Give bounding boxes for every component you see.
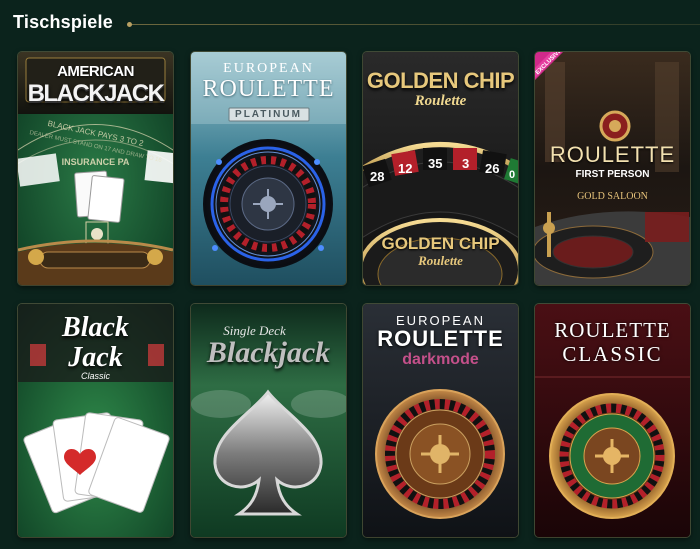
- tile-title-line2: Jack: [68, 342, 123, 373]
- game-tile-roulette-classic[interactable]: ROULETTE CLASSIC: [535, 304, 690, 537]
- game-tile-blackjack-classic[interactable]: Black Jack Classic: [18, 304, 173, 537]
- wheel-number: 35: [428, 156, 443, 171]
- game-tile-single-deck-blackjack[interactable]: Single Deck Blackjack: [191, 304, 346, 537]
- game-tile-european-roulette-darkmode[interactable]: EUROPEAN ROULETTE darkmode: [363, 304, 518, 537]
- tile-title-line1: ROULETTE: [554, 318, 671, 342]
- tile-title-line2: FIRST PERSON: [575, 169, 650, 180]
- wheel-number: 3: [462, 156, 470, 171]
- tile-title-line2: BLACKJACK: [27, 80, 165, 107]
- game-tile-american-blackjack[interactable]: AMERICAN BLACKJACK BLACK JACK PAYS 3 TO …: [18, 52, 173, 285]
- tile-title-line1: GOLDEN CHIP: [366, 68, 515, 93]
- card-shape: [87, 175, 125, 223]
- tile-title-line3: Classic: [80, 371, 110, 381]
- tile-title-line2: ROULETTE: [377, 326, 504, 351]
- wheel-number: 26: [485, 161, 500, 176]
- tile-title-line2: CLASSIC: [562, 342, 663, 366]
- tile-subtitle-line2: Roulette: [418, 253, 463, 268]
- tile-title-line1: AMERICAN: [57, 63, 134, 80]
- tile-title-line2: Blackjack: [206, 336, 331, 369]
- tile-title-line2: ROULETTE: [202, 76, 335, 102]
- game-tile-golden-chip-roulette[interactable]: GOLDEN CHIP Roulette 28 12 35 3 26 0 GOL…: [363, 52, 518, 285]
- wheel-number: 28: [370, 169, 385, 184]
- game-tile-first-person-roulette[interactable]: EXCLUSIVE ROULETTE FIRST PERSON GOLD SAL…: [535, 52, 690, 285]
- wheel-number: 12: [398, 161, 413, 176]
- game-grid: AMERICAN BLACKJACK BLACK JACK PAYS 3 TO …: [0, 0, 700, 549]
- tile-title-line3: GOLD SALOON: [577, 191, 648, 202]
- game-tile-european-roulette-platinum[interactable]: EUROPEAN ROULETTE PLATINUM: [191, 52, 346, 285]
- wheel-number: 0: [509, 169, 516, 181]
- tile-subtitle-line1: GOLDEN CHIP: [381, 234, 500, 253]
- felt-print: INSURANCE PA: [61, 157, 130, 167]
- tile-title-line3: darkmode: [402, 351, 479, 368]
- tile-title-line1: ROULETTE: [549, 142, 676, 167]
- wheel-numbers: 28 12 35 3 26 0: [363, 156, 518, 186]
- tile-title-line2: Roulette: [414, 93, 467, 109]
- tile-title-line1: Black: [62, 312, 129, 343]
- tile-title-line1: EUROPEAN: [223, 61, 314, 76]
- platinum-badge: PLATINUM: [235, 109, 302, 120]
